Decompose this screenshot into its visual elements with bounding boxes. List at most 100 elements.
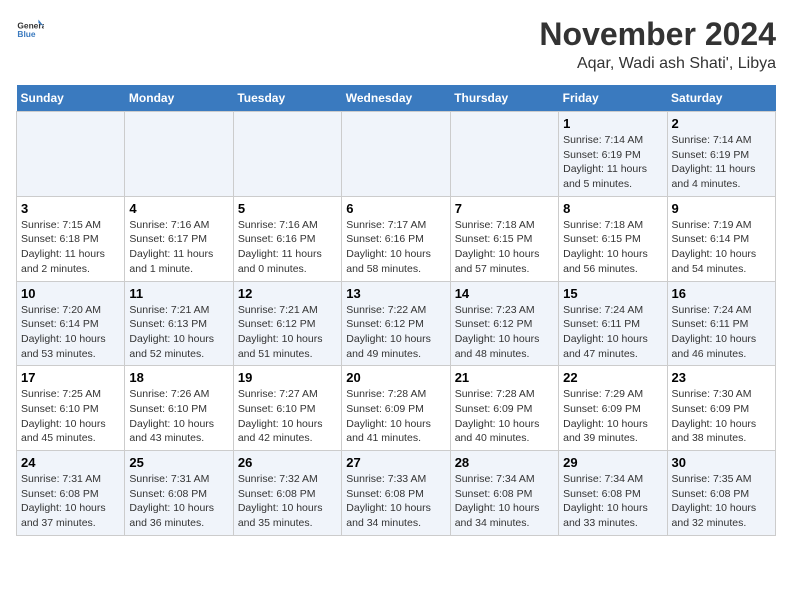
day-info: Sunrise: 7:21 AM Sunset: 6:12 PM Dayligh… — [238, 303, 337, 362]
day-number: 20 — [346, 370, 445, 385]
day-info: Sunrise: 7:28 AM Sunset: 6:09 PM Dayligh… — [455, 387, 554, 446]
calendar-week-2: 3 Sunrise: 7:15 AM Sunset: 6:18 PM Daylig… — [17, 196, 776, 281]
calendar-cell: 22 Sunrise: 7:29 AM Sunset: 6:09 PM Dayli… — [559, 366, 667, 451]
calendar-cell: 6 Sunrise: 7:17 AM Sunset: 6:16 PM Daylig… — [342, 196, 450, 281]
calendar-cell: 25 Sunrise: 7:31 AM Sunset: 6:08 PM Dayli… — [125, 451, 233, 536]
day-number: 12 — [238, 286, 337, 301]
day-number: 28 — [455, 455, 554, 470]
day-number: 3 — [21, 201, 120, 216]
calendar-cell: 2 Sunrise: 7:14 AM Sunset: 6:19 PM Daylig… — [667, 112, 775, 197]
day-number: 11 — [129, 286, 228, 301]
day-number: 14 — [455, 286, 554, 301]
calendar-cell: 19 Sunrise: 7:27 AM Sunset: 6:10 PM Dayli… — [233, 366, 341, 451]
calendar-cell: 24 Sunrise: 7:31 AM Sunset: 6:08 PM Dayli… — [17, 451, 125, 536]
logo-icon: General Blue — [16, 16, 44, 44]
day-info: Sunrise: 7:25 AM Sunset: 6:10 PM Dayligh… — [21, 387, 120, 446]
calendar-week-1: 1 Sunrise: 7:14 AM Sunset: 6:19 PM Daylig… — [17, 112, 776, 197]
logo: General Blue — [16, 16, 44, 44]
day-number: 9 — [672, 201, 771, 216]
day-info: Sunrise: 7:21 AM Sunset: 6:13 PM Dayligh… — [129, 303, 228, 362]
calendar-cell: 12 Sunrise: 7:21 AM Sunset: 6:12 PM Dayli… — [233, 281, 341, 366]
day-info: Sunrise: 7:16 AM Sunset: 6:16 PM Dayligh… — [238, 218, 337, 277]
calendar-cell: 9 Sunrise: 7:19 AM Sunset: 6:14 PM Daylig… — [667, 196, 775, 281]
calendar-cell — [233, 112, 341, 197]
calendar-cell: 29 Sunrise: 7:34 AM Sunset: 6:08 PM Dayli… — [559, 451, 667, 536]
day-info: Sunrise: 7:20 AM Sunset: 6:14 PM Dayligh… — [21, 303, 120, 362]
day-info: Sunrise: 7:23 AM Sunset: 6:12 PM Dayligh… — [455, 303, 554, 362]
calendar-week-3: 10 Sunrise: 7:20 AM Sunset: 6:14 PM Dayli… — [17, 281, 776, 366]
day-info: Sunrise: 7:34 AM Sunset: 6:08 PM Dayligh… — [563, 472, 662, 531]
calendar-cell: 26Sunrise: 7:32 AM Sunset: 6:08 PM Dayli… — [233, 451, 341, 536]
day-number: 7 — [455, 201, 554, 216]
calendar-cell: 7Sunrise: 7:18 AM Sunset: 6:15 PM Daylig… — [450, 196, 558, 281]
weekday-header-wednesday: Wednesday — [342, 85, 450, 112]
calendar-cell — [342, 112, 450, 197]
day-info: Sunrise: 7:14 AM Sunset: 6:19 PM Dayligh… — [563, 133, 662, 192]
calendar-week-4: 17Sunrise: 7:25 AM Sunset: 6:10 PM Dayli… — [17, 366, 776, 451]
day-info: Sunrise: 7:35 AM Sunset: 6:08 PM Dayligh… — [672, 472, 771, 531]
weekday-header-row: SundayMondayTuesdayWednesdayThursdayFrid… — [17, 85, 776, 112]
weekday-header-thursday: Thursday — [450, 85, 558, 112]
day-number: 21 — [455, 370, 554, 385]
day-info: Sunrise: 7:18 AM Sunset: 6:15 PM Dayligh… — [563, 218, 662, 277]
weekday-header-tuesday: Tuesday — [233, 85, 341, 112]
day-number: 1 — [563, 116, 662, 131]
calendar-cell: 17Sunrise: 7:25 AM Sunset: 6:10 PM Dayli… — [17, 366, 125, 451]
calendar-cell: 16 Sunrise: 7:24 AM Sunset: 6:11 PM Dayli… — [667, 281, 775, 366]
calendar-cell: 30 Sunrise: 7:35 AM Sunset: 6:08 PM Dayli… — [667, 451, 775, 536]
day-number: 6 — [346, 201, 445, 216]
day-info: Sunrise: 7:26 AM Sunset: 6:10 PM Dayligh… — [129, 387, 228, 446]
calendar-week-5: 24 Sunrise: 7:31 AM Sunset: 6:08 PM Dayli… — [17, 451, 776, 536]
day-info: Sunrise: 7:27 AM Sunset: 6:10 PM Dayligh… — [238, 387, 337, 446]
page-title: November 2024 — [539, 16, 776, 53]
day-number: 19 — [238, 370, 337, 385]
day-info: Sunrise: 7:33 AM Sunset: 6:08 PM Dayligh… — [346, 472, 445, 531]
day-number: 29 — [563, 455, 662, 470]
calendar-cell — [17, 112, 125, 197]
day-number: 25 — [129, 455, 228, 470]
weekday-header-monday: Monday — [125, 85, 233, 112]
day-info: Sunrise: 7:32 AM Sunset: 6:08 PM Dayligh… — [238, 472, 337, 531]
day-info: Sunrise: 7:24 AM Sunset: 6:11 PM Dayligh… — [563, 303, 662, 362]
day-info: Sunrise: 7:17 AM Sunset: 6:16 PM Dayligh… — [346, 218, 445, 277]
calendar-cell: 20 Sunrise: 7:28 AM Sunset: 6:09 PM Dayli… — [342, 366, 450, 451]
calendar-cell: 27 Sunrise: 7:33 AM Sunset: 6:08 PM Dayli… — [342, 451, 450, 536]
day-info: Sunrise: 7:19 AM Sunset: 6:14 PM Dayligh… — [672, 218, 771, 277]
day-number: 16 — [672, 286, 771, 301]
calendar-cell: 1 Sunrise: 7:14 AM Sunset: 6:19 PM Daylig… — [559, 112, 667, 197]
page-subtitle: Aqar, Wadi ash Shati', Libya — [539, 55, 776, 73]
calendar-cell: 11 Sunrise: 7:21 AM Sunset: 6:13 PM Dayli… — [125, 281, 233, 366]
header: General Blue November 2024 Aqar, Wadi as… — [16, 16, 776, 73]
day-number: 4 — [129, 201, 228, 216]
weekday-header-sunday: Sunday — [17, 85, 125, 112]
calendar-cell: 13 Sunrise: 7:22 AM Sunset: 6:12 PM Dayli… — [342, 281, 450, 366]
day-info: Sunrise: 7:22 AM Sunset: 6:12 PM Dayligh… — [346, 303, 445, 362]
day-number: 22 — [563, 370, 662, 385]
day-number: 15 — [563, 286, 662, 301]
day-info: Sunrise: 7:14 AM Sunset: 6:19 PM Dayligh… — [672, 133, 771, 192]
day-number: 24 — [21, 455, 120, 470]
calendar-cell: 3 Sunrise: 7:15 AM Sunset: 6:18 PM Daylig… — [17, 196, 125, 281]
day-number: 13 — [346, 286, 445, 301]
day-number: 2 — [672, 116, 771, 131]
day-number: 10 — [21, 286, 120, 301]
day-info: Sunrise: 7:29 AM Sunset: 6:09 PM Dayligh… — [563, 387, 662, 446]
calendar-cell: 5 Sunrise: 7:16 AM Sunset: 6:16 PM Daylig… — [233, 196, 341, 281]
day-number: 30 — [672, 455, 771, 470]
day-info: Sunrise: 7:15 AM Sunset: 6:18 PM Dayligh… — [21, 218, 120, 277]
day-info: Sunrise: 7:31 AM Sunset: 6:08 PM Dayligh… — [129, 472, 228, 531]
day-info: Sunrise: 7:24 AM Sunset: 6:11 PM Dayligh… — [672, 303, 771, 362]
day-number: 27 — [346, 455, 445, 470]
weekday-header-friday: Friday — [559, 85, 667, 112]
calendar-cell — [125, 112, 233, 197]
calendar-cell: 18Sunrise: 7:26 AM Sunset: 6:10 PM Dayli… — [125, 366, 233, 451]
day-info: Sunrise: 7:28 AM Sunset: 6:09 PM Dayligh… — [346, 387, 445, 446]
calendar-cell: 15 Sunrise: 7:24 AM Sunset: 6:11 PM Dayli… — [559, 281, 667, 366]
day-number: 5 — [238, 201, 337, 216]
day-info: Sunrise: 7:34 AM Sunset: 6:08 PM Dayligh… — [455, 472, 554, 531]
calendar-cell: 21 Sunrise: 7:28 AM Sunset: 6:09 PM Dayli… — [450, 366, 558, 451]
calendar-cell: 4Sunrise: 7:16 AM Sunset: 6:17 PM Daylig… — [125, 196, 233, 281]
calendar-cell: 8Sunrise: 7:18 AM Sunset: 6:15 PM Daylig… — [559, 196, 667, 281]
day-info: Sunrise: 7:31 AM Sunset: 6:08 PM Dayligh… — [21, 472, 120, 531]
calendar-cell — [450, 112, 558, 197]
